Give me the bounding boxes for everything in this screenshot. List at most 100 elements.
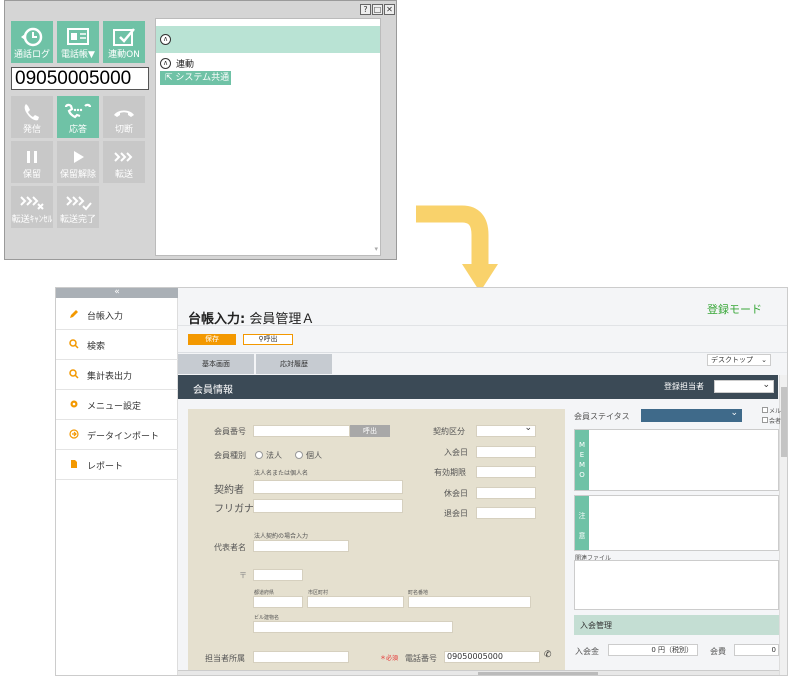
transfer-cancel-label: 転送ｷｬﾝｾﾙ [11,215,53,225]
phone-number-display[interactable]: 09050005000 [11,67,149,90]
sidebar: « 台帳入力 検索 集計表出力 メニュー設定 データインポート レポート [56,288,178,675]
radio-person-label: 個人 [306,451,322,460]
sidebar-item-search[interactable]: 検索 [56,330,178,360]
tab-basic[interactable]: 基本画面 [178,354,254,374]
rep-name-input[interactable] [253,540,349,552]
suspend-date-input[interactable] [476,487,536,499]
radio-corp[interactable] [255,451,263,459]
postal-input[interactable] [253,569,303,581]
chevron-down-icon: ⌄ [730,408,738,418]
memo-area[interactable]: M E M O [574,429,779,491]
building-input[interactable] [253,621,453,633]
chevron-down-icon: ⌄ [762,380,770,390]
transfer-complete-button[interactable]: 転送完了 [57,186,99,228]
join-date-input[interactable] [476,446,536,458]
view-select[interactable]: デスクトップ ⌄ [707,354,771,366]
call-icon [24,104,39,121]
sidebar-item-menu-settings[interactable]: メニュー設定 [56,390,178,420]
phone-widget: ? □ ✕ 通話ログ 電話帳▼ 連動ON 09050005000 発信 応答 切… [4,0,397,260]
pause-icon [27,151,37,163]
note-tab: 注 意 [575,496,589,550]
registrar-select[interactable]: ⌄ [714,380,774,393]
call-log-button[interactable]: 通話ログ [11,21,53,63]
contract-type-select[interactable]: ⌄ [476,423,536,437]
member-no-input[interactable] [253,425,350,437]
section-title: 会員情報 [193,385,233,396]
city-input[interactable] [307,596,404,608]
section-header: 会員情報 登録担当者 ⌄ [178,375,778,399]
note-letter: 意 [578,532,586,540]
valid-until-input[interactable] [476,466,536,478]
contractor-input[interactable] [253,480,403,494]
member-call-button[interactable]: 呼出 [350,425,390,437]
phone-icon[interactable]: ✆ [544,650,552,660]
call-up-label: 呼出 [263,335,278,343]
checkbox-mail[interactable] [762,407,768,413]
collapse-sidebar-button[interactable]: « [56,288,178,298]
transfer-button[interactable]: 転送 [103,141,145,183]
dial-button[interactable]: 発信 [11,96,53,138]
status-select[interactable]: ⌄ [641,408,742,422]
contractor-label: 契約者 [214,485,244,496]
mode-indicator: 登録モード [707,303,762,316]
pref-input[interactable] [253,596,303,608]
external-link-icon: ⇱ [165,73,173,83]
join-date-label: 入会日 [444,448,468,457]
tab-history[interactable]: 応対履歴 [256,354,332,374]
hold-button[interactable]: 保留 [11,141,53,183]
maximize-icon[interactable]: □ [372,4,383,15]
link-panel: ∧ ∧ 連動 ⇱ システム共通 ▾ [155,18,381,256]
dept-input[interactable] [253,651,349,663]
horizontal-scrollbar-thumb[interactable] [478,672,598,675]
unhold-button[interactable]: 保留解除 [57,141,99,183]
dues-input[interactable]: 0 [734,644,779,656]
help-icon[interactable]: ? [360,4,371,15]
panel-header: ∧ [156,26,380,53]
leave-date-label: 退会日 [444,509,468,518]
save-button[interactable]: 保存 [188,334,236,345]
town-input[interactable] [408,596,531,608]
suspend-date-label: 休会日 [444,489,468,498]
sidebar-item-data-import[interactable]: データインポート [56,420,178,450]
rep-name-label: 代表者名 [214,543,246,552]
sidebar-item-summary-output[interactable]: 集計表出力 [56,360,178,390]
radio-person[interactable] [295,451,303,459]
link-on-button[interactable]: 連動ON [103,21,145,63]
fee-label: 入会金 [575,647,599,656]
pref-label: 都道府県 [254,590,275,596]
phonebook-button[interactable]: 電話帳▼ [57,21,99,63]
collapse-up-icon[interactable]: ∧ [160,34,171,45]
furigana-input[interactable] [253,499,403,513]
horizontal-scrollbar[interactable] [178,670,779,675]
town-label: 町名番地 [408,590,429,596]
sidebar-item-ledger-input[interactable]: 台帳入力 [56,300,178,330]
collapse-up-icon[interactable]: ∧ [160,58,171,69]
leave-date-input[interactable] [476,507,536,519]
note-area[interactable]: 注 意 [574,495,779,551]
phone-input[interactable]: 09050005000 [444,651,540,663]
hangup-label: 切断 [114,125,133,135]
scrollbar-thumb[interactable] [781,387,787,457]
sidebar-item-label: レポート [87,462,124,472]
checkbox-member[interactable] [762,417,768,423]
divider [178,325,787,326]
divider [178,352,787,353]
name-hint: 法人名または個人名 [254,470,309,477]
close-icon[interactable]: ✕ [384,4,395,15]
system-share-button[interactable]: ⇱ システム共通 [160,71,231,85]
ledger-app: « 台帳入力 検索 集計表出力 メニュー設定 データインポート レポート 台帳入… [55,287,788,676]
chevron-down-icon: ⌄ [761,356,767,364]
sidebar-item-report[interactable]: レポート [56,450,178,480]
transfer-cancel-button[interactable]: 転送ｷｬﾝｾﾙ [11,186,53,228]
scroll-down-icon[interactable]: ▾ [374,245,378,253]
hangup-button[interactable]: 切断 [103,96,145,138]
flow-arrow-icon [416,205,498,292]
play-icon [74,151,84,163]
call-up-button[interactable]: ⚲呼出 [243,334,293,345]
link-on-icon [113,28,135,46]
member-type-label: 会員種別 [214,451,246,460]
related-files-area[interactable] [574,560,779,610]
answer-button[interactable]: 応答 [57,96,99,138]
memo-tab: M E M O [575,430,589,490]
fee-input[interactable]: 0 円（税別） [608,644,698,656]
